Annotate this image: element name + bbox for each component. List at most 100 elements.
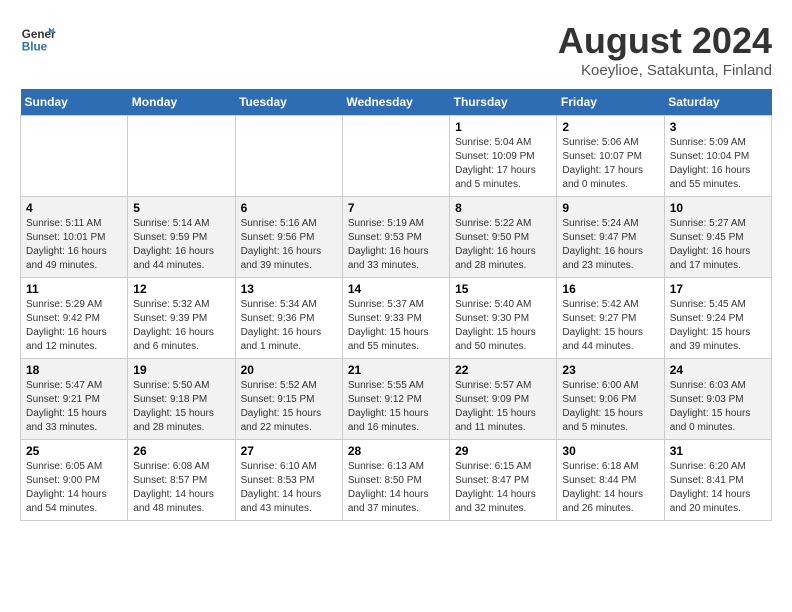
calendar-week-row: 18 Sunrise: 5:47 AM Sunset: 9:21 PM Dayli… xyxy=(21,359,772,440)
day-number: 3 xyxy=(670,120,766,134)
day-info: Sunrise: 5:24 AM Sunset: 9:47 PM Dayligh… xyxy=(562,217,658,273)
day-info: Sunrise: 5:57 AM Sunset: 9:09 PM Dayligh… xyxy=(455,379,551,435)
title-block: August 2024 Koeylioe, Satakunta, Finland xyxy=(558,20,772,79)
calendar-cell: 23 Sunrise: 6:00 AM Sunset: 9:06 PM Dayli… xyxy=(557,359,664,440)
day-info: Sunrise: 5:06 AM Sunset: 10:07 PM Daylig… xyxy=(562,136,658,192)
calendar-cell: 14Sunrise: 5:37 AM Sunset: 9:33 PM Dayli… xyxy=(342,278,449,359)
page-header: General Blue August 2024 Koeylioe, Satak… xyxy=(20,20,772,79)
calendar-cell: 20 Sunrise: 5:52 AM Sunset: 9:15 PM Dayli… xyxy=(235,359,342,440)
logo: General Blue xyxy=(20,20,56,56)
calendar-cell: 1Sunrise: 5:04 AM Sunset: 10:09 PM Dayli… xyxy=(450,116,557,197)
calendar-cell: 27Sunrise: 6:10 AM Sunset: 8:53 PM Dayli… xyxy=(235,440,342,521)
calendar-cell: 26 Sunrise: 6:08 AM Sunset: 8:57 PM Dayli… xyxy=(128,440,235,521)
day-info: Sunrise: 6:13 AM Sunset: 8:50 PM Dayligh… xyxy=(348,460,444,516)
day-info: Sunrise: 5:52 AM Sunset: 9:15 PM Dayligh… xyxy=(241,379,337,435)
weekday-header-sunday: Sunday xyxy=(21,89,128,116)
calendar-week-row: 11Sunrise: 5:29 AM Sunset: 9:42 PM Dayli… xyxy=(21,278,772,359)
day-info: Sunrise: 5:27 AM Sunset: 9:45 PM Dayligh… xyxy=(670,217,766,273)
day-info: Sunrise: 5:19 AM Sunset: 9:53 PM Dayligh… xyxy=(348,217,444,273)
day-info: Sunrise: 5:09 AM Sunset: 10:04 PM Daylig… xyxy=(670,136,766,192)
calendar-cell: 8 Sunrise: 5:22 AM Sunset: 9:50 PM Daylig… xyxy=(450,197,557,278)
day-number: 8 xyxy=(455,201,551,215)
day-number: 20 xyxy=(241,363,337,377)
day-number: 13 xyxy=(241,282,337,296)
day-number: 23 xyxy=(562,363,658,377)
calendar-week-row: 1Sunrise: 5:04 AM Sunset: 10:09 PM Dayli… xyxy=(21,116,772,197)
day-number: 27 xyxy=(241,444,337,458)
calendar-cell: 16Sunrise: 5:42 AM Sunset: 9:27 PM Dayli… xyxy=(557,278,664,359)
day-number: 24 xyxy=(670,363,766,377)
calendar-cell xyxy=(235,116,342,197)
calendar-week-row: 25 Sunrise: 6:05 AM Sunset: 9:00 PM Dayli… xyxy=(21,440,772,521)
calendar-week-row: 4Sunrise: 5:11 AM Sunset: 10:01 PM Dayli… xyxy=(21,197,772,278)
weekday-header-wednesday: Wednesday xyxy=(342,89,449,116)
day-info: Sunrise: 6:03 AM Sunset: 9:03 PM Dayligh… xyxy=(670,379,766,435)
day-number: 7 xyxy=(348,201,444,215)
calendar-table: SundayMondayTuesdayWednesdayThursdayFrid… xyxy=(20,89,772,521)
day-info: Sunrise: 5:32 AM Sunset: 9:39 PM Dayligh… xyxy=(133,298,229,354)
calendar-cell: 22Sunrise: 5:57 AM Sunset: 9:09 PM Dayli… xyxy=(450,359,557,440)
day-number: 29 xyxy=(455,444,551,458)
calendar-cell: 17Sunrise: 5:45 AM Sunset: 9:24 PM Dayli… xyxy=(664,278,771,359)
day-info: Sunrise: 5:42 AM Sunset: 9:27 PM Dayligh… xyxy=(562,298,658,354)
logo-icon: General Blue xyxy=(20,20,56,56)
day-info: Sunrise: 5:34 AM Sunset: 9:36 PM Dayligh… xyxy=(241,298,337,354)
day-info: Sunrise: 6:20 AM Sunset: 8:41 PM Dayligh… xyxy=(670,460,766,516)
day-number: 28 xyxy=(348,444,444,458)
day-number: 5 xyxy=(133,201,229,215)
day-number: 26 xyxy=(133,444,229,458)
calendar-cell: 6Sunrise: 5:16 AM Sunset: 9:56 PM Daylig… xyxy=(235,197,342,278)
calendar-cell: 28 Sunrise: 6:13 AM Sunset: 8:50 PM Dayli… xyxy=(342,440,449,521)
day-number: 2 xyxy=(562,120,658,134)
calendar-cell: 10Sunrise: 5:27 AM Sunset: 9:45 PM Dayli… xyxy=(664,197,771,278)
day-number: 18 xyxy=(26,363,122,377)
location-subtitle: Koeylioe, Satakunta, Finland xyxy=(558,62,772,79)
weekday-row: SundayMondayTuesdayWednesdayThursdayFrid… xyxy=(21,89,772,116)
day-info: Sunrise: 5:50 AM Sunset: 9:18 PM Dayligh… xyxy=(133,379,229,435)
day-info: Sunrise: 5:16 AM Sunset: 9:56 PM Dayligh… xyxy=(241,217,337,273)
day-info: Sunrise: 5:14 AM Sunset: 9:59 PM Dayligh… xyxy=(133,217,229,273)
calendar-body: 1Sunrise: 5:04 AM Sunset: 10:09 PM Dayli… xyxy=(21,116,772,521)
day-number: 30 xyxy=(562,444,658,458)
day-info: Sunrise: 5:22 AM Sunset: 9:50 PM Dayligh… xyxy=(455,217,551,273)
day-info: Sunrise: 6:15 AM Sunset: 8:47 PM Dayligh… xyxy=(455,460,551,516)
day-info: Sunrise: 6:05 AM Sunset: 9:00 PM Dayligh… xyxy=(26,460,122,516)
calendar-cell: 29 Sunrise: 6:15 AM Sunset: 8:47 PM Dayli… xyxy=(450,440,557,521)
calendar-cell: 18 Sunrise: 5:47 AM Sunset: 9:21 PM Dayli… xyxy=(21,359,128,440)
weekday-header-monday: Monday xyxy=(128,89,235,116)
calendar-cell: 31 Sunrise: 6:20 AM Sunset: 8:41 PM Dayli… xyxy=(664,440,771,521)
day-info: Sunrise: 5:40 AM Sunset: 9:30 PM Dayligh… xyxy=(455,298,551,354)
day-number: 1 xyxy=(455,120,551,134)
day-info: Sunrise: 5:29 AM Sunset: 9:42 PM Dayligh… xyxy=(26,298,122,354)
calendar-cell: 7 Sunrise: 5:19 AM Sunset: 9:53 PM Daylig… xyxy=(342,197,449,278)
day-info: Sunrise: 6:18 AM Sunset: 8:44 PM Dayligh… xyxy=(562,460,658,516)
weekday-header-saturday: Saturday xyxy=(664,89,771,116)
day-info: Sunrise: 6:00 AM Sunset: 9:06 PM Dayligh… xyxy=(562,379,658,435)
day-info: Sunrise: 5:45 AM Sunset: 9:24 PM Dayligh… xyxy=(670,298,766,354)
calendar-cell: 15 Sunrise: 5:40 AM Sunset: 9:30 PM Dayli… xyxy=(450,278,557,359)
calendar-cell: 19Sunrise: 5:50 AM Sunset: 9:18 PM Dayli… xyxy=(128,359,235,440)
calendar-cell: 21 Sunrise: 5:55 AM Sunset: 9:12 PM Dayli… xyxy=(342,359,449,440)
month-year-title: August 2024 xyxy=(558,20,772,62)
day-number: 9 xyxy=(562,201,658,215)
day-number: 25 xyxy=(26,444,122,458)
day-info: Sunrise: 5:47 AM Sunset: 9:21 PM Dayligh… xyxy=(26,379,122,435)
day-number: 31 xyxy=(670,444,766,458)
calendar-cell: 12Sunrise: 5:32 AM Sunset: 9:39 PM Dayli… xyxy=(128,278,235,359)
day-info: Sunrise: 6:08 AM Sunset: 8:57 PM Dayligh… xyxy=(133,460,229,516)
calendar-cell xyxy=(342,116,449,197)
calendar-cell: 30 Sunrise: 6:18 AM Sunset: 8:44 PM Dayli… xyxy=(557,440,664,521)
day-info: Sunrise: 5:11 AM Sunset: 10:01 PM Daylig… xyxy=(26,217,122,273)
calendar-cell: 11Sunrise: 5:29 AM Sunset: 9:42 PM Dayli… xyxy=(21,278,128,359)
day-info: Sunrise: 5:55 AM Sunset: 9:12 PM Dayligh… xyxy=(348,379,444,435)
day-number: 15 xyxy=(455,282,551,296)
calendar-cell: 3 Sunrise: 5:09 AM Sunset: 10:04 PM Dayli… xyxy=(664,116,771,197)
day-number: 21 xyxy=(348,363,444,377)
calendar-cell: 13 Sunrise: 5:34 AM Sunset: 9:36 PM Dayli… xyxy=(235,278,342,359)
calendar-cell: 2 Sunrise: 5:06 AM Sunset: 10:07 PM Dayli… xyxy=(557,116,664,197)
calendar-cell xyxy=(21,116,128,197)
weekday-header-tuesday: Tuesday xyxy=(235,89,342,116)
calendar-cell: 4Sunrise: 5:11 AM Sunset: 10:01 PM Dayli… xyxy=(21,197,128,278)
weekday-header-thursday: Thursday xyxy=(450,89,557,116)
day-number: 14 xyxy=(348,282,444,296)
